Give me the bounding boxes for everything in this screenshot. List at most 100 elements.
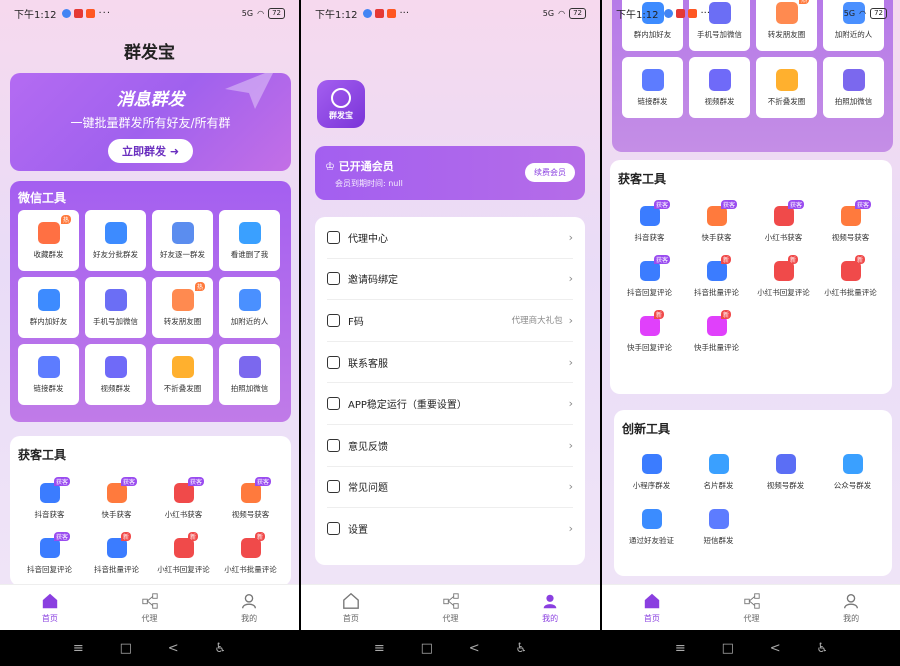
nav-home[interactable]: 首页 (0, 585, 100, 630)
status-time: 下午1:12 (315, 9, 358, 21)
nav-agent[interactable]: 代理 (401, 585, 501, 630)
back-key[interactable]: < (168, 641, 179, 656)
menu-item[interactable]: 邀请码绑定 › (327, 259, 573, 301)
tool-tile[interactable]: 看谁删了我 (219, 210, 280, 271)
tool-label: 小红书回复评论 (157, 565, 210, 574)
tool-tile[interactable]: 加附近的人 (219, 277, 280, 338)
tool-icon (240, 538, 261, 558)
tool-tile[interactable]: 手机号加微信 (85, 277, 146, 338)
tool-label: 小红书获客 (164, 510, 203, 519)
tool-item[interactable]: 短信群发 (685, 509, 752, 546)
nav-home[interactable]: 首页 (301, 585, 401, 630)
tool-label: 抖音批量评论 (694, 288, 739, 297)
nav-agent[interactable]: 代理 (100, 585, 200, 630)
tool-item[interactable]: 小红书批量评论 新 (217, 532, 284, 575)
nav-mine[interactable]: 我的 (801, 585, 900, 630)
tool-tile[interactable]: 链接群发 (18, 344, 79, 405)
tool-item[interactable]: 抖音获客 获客 (616, 200, 683, 243)
tool-tile[interactable]: 拍照加微信 (219, 344, 280, 405)
tool-tile[interactable]: 好友逐一群发 (152, 210, 213, 271)
person-icon (844, 593, 859, 608)
home-key[interactable]: □ (421, 641, 433, 656)
tool-item[interactable]: 小红书回复评论 新 (150, 532, 217, 575)
home-icon (342, 592, 359, 609)
menu-item[interactable]: 联系客服 › (327, 342, 573, 384)
tool-icon (641, 454, 662, 474)
tool-item[interactable]: 视频号获客 获客 (217, 477, 284, 520)
tool-item[interactable]: 快手回复评论 新 (616, 310, 683, 353)
tool-icon (37, 355, 60, 378)
nav-mine[interactable]: 我的 (500, 585, 600, 630)
send-now-button[interactable]: 立即群发 ➜ (107, 139, 194, 163)
feature-badge: 获客 (721, 200, 738, 209)
back-key[interactable]: < (770, 641, 781, 656)
accessibility-key[interactable]: ♿ (214, 641, 226, 656)
acquire-tools-section: 获客工具 抖音获客 获客 快手获客 获客 小红书获客 获客 视频号获客 获客 抖音回复评论 获客抖… (10, 436, 291, 586)
tool-tile[interactable]: 视频群发 (85, 344, 146, 405)
tool-tile[interactable]: 群内加好友 (18, 277, 79, 338)
tool-item[interactable]: 小红书获客 获客 (150, 477, 217, 520)
menu-item-label: APP稳定运行（重要设置） (348, 400, 467, 412)
menu-item[interactable]: 代理中心 › (327, 217, 573, 259)
tool-tile[interactable]: 不折叠发圈 (152, 344, 213, 405)
tool-label: 转发朋友圈 (163, 316, 202, 326)
tool-item[interactable]: 通过好友验证 (618, 509, 685, 546)
tool-label: 抖音获客 (634, 233, 665, 242)
tool-item[interactable]: 抖音回复评论 获客 (16, 532, 83, 575)
tool-label: 拍照加微信 (834, 96, 873, 106)
tool-item[interactable]: 小红书回复评论 新 (750, 255, 817, 298)
tool-item[interactable]: 小红书获客 获客 (750, 200, 817, 243)
chevron-right-icon: › (568, 438, 573, 452)
tool-tile[interactable]: 转发朋友圈 热 (152, 277, 213, 338)
back-key[interactable]: < (469, 641, 480, 656)
acquire-tools-grid: 抖音获客 获客 快手获客 获客 小红书获客 获客 视频号获客 获客 抖音回复评论 获客 抖音批量评论… (616, 200, 884, 353)
feature-badge: 获客 (121, 477, 138, 486)
nav-agent[interactable]: 代理 (702, 585, 802, 630)
tool-item[interactable]: 抖音获客 获客 (16, 477, 83, 520)
nav-home[interactable]: 首页 (602, 585, 702, 630)
tool-item[interactable]: 快手获客 获客 (83, 477, 150, 520)
tool-tile[interactable]: 好友分批群发 (85, 210, 146, 271)
menu-key[interactable]: ≡ (675, 641, 686, 656)
tool-item[interactable]: 抖音批量评论 新 (83, 532, 150, 575)
tool-icon (639, 316, 660, 336)
tool-item[interactable]: 抖音批量评论 新 (683, 255, 750, 298)
accessibility-key[interactable]: ♿ (515, 641, 527, 656)
nav-mine[interactable]: 我的 (199, 585, 299, 630)
tool-item[interactable]: 名片群发 (685, 454, 752, 491)
tool-tile[interactable]: 不折叠发圈 (756, 57, 817, 118)
tool-item[interactable]: 视频号获客 获客 (817, 200, 884, 243)
tool-tile[interactable]: 拍照加微信 (823, 57, 884, 118)
chevron-right-icon: › (568, 272, 573, 286)
tool-item[interactable]: 视频号群发 (752, 454, 819, 491)
wifi-icon: ◠ (558, 8, 566, 18)
tool-icon (104, 288, 127, 311)
home-key[interactable]: □ (120, 641, 132, 656)
tool-icon (104, 355, 127, 378)
tool-tile[interactable]: 链接群发 (622, 57, 683, 118)
tool-item[interactable]: 快手获客 获客 (683, 200, 750, 243)
menu-item[interactable]: APP稳定运行（重要设置） › (327, 383, 573, 425)
menu-item[interactable]: 常见问题 › (327, 467, 573, 509)
menu-item-icon (327, 397, 340, 411)
arrow-right-icon: ➜ (169, 145, 180, 158)
menu-key[interactable]: ≡ (73, 641, 84, 656)
menu-key[interactable]: ≡ (374, 641, 385, 656)
tool-tile[interactable]: 视频群发 (689, 57, 750, 118)
feature-badge: 新 (855, 255, 866, 264)
tool-icon (775, 454, 796, 474)
home-key[interactable]: □ (722, 641, 734, 656)
tool-item[interactable]: 快手批量评论 新 (683, 310, 750, 353)
tool-item[interactable]: 公众号群发 (819, 454, 886, 491)
tool-item[interactable]: 小红书批量评论 新 (817, 255, 884, 298)
menu-item[interactable]: 意见反馈 › (327, 425, 573, 467)
bottom-nav: 首页 代理 我的 (0, 584, 299, 630)
menu-item[interactable]: 设置 › (327, 508, 573, 550)
tool-item[interactable]: 小程序群发 (618, 454, 685, 491)
menu-item[interactable]: F码 代理商大礼包 › (327, 300, 573, 342)
accessibility-key[interactable]: ♿ (816, 641, 828, 656)
tool-tile[interactable]: 收藏群发 热 (18, 210, 79, 271)
section-title: 获客工具 (618, 172, 667, 186)
renew-member-button[interactable]: 续费会员 (525, 163, 575, 182)
tool-item[interactable]: 抖音回复评论 获客 (616, 255, 683, 298)
